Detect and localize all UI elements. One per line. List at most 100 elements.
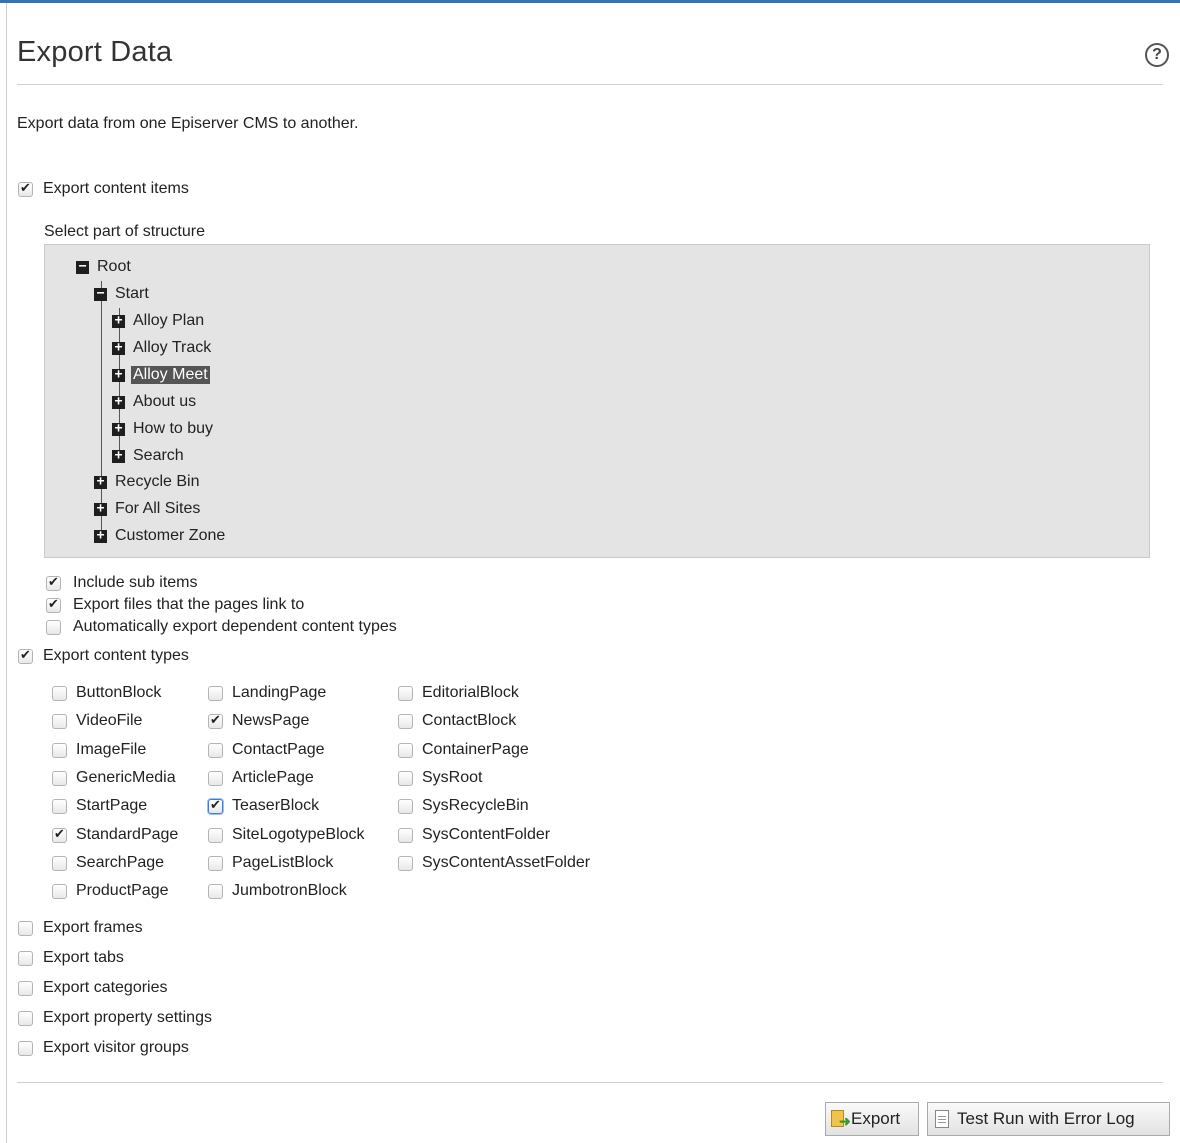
content-type-checkbox[interactable] — [398, 742, 413, 758]
tree-node[interactable]: + About us — [112, 392, 198, 412]
expand-icon[interactable]: + — [112, 449, 125, 463]
tree-node[interactable]: + Alloy Track — [112, 338, 213, 358]
content-type-checkbox[interactable] — [398, 713, 413, 729]
tree-node[interactable]: + Alloy Plan — [112, 311, 206, 331]
tree-node-label[interactable]: Alloy Meet — [131, 366, 210, 384]
tree-node-label[interactable]: Alloy Plan — [131, 312, 206, 330]
content-type-option[interactable]: ArticlePage — [208, 769, 314, 787]
content-type-option[interactable]: NewsPage — [208, 712, 309, 730]
content-type-option[interactable]: ProductPage — [52, 882, 169, 900]
content-type-option[interactable]: ButtonBlock — [52, 684, 161, 702]
tree-node-label[interactable]: Root — [95, 258, 133, 276]
include-sub-items-option[interactable]: Include sub items — [46, 574, 198, 592]
export-visitor-groups-checkbox[interactable] — [18, 1040, 33, 1056]
export-content-items-checkbox[interactable] — [18, 180, 33, 197]
tree-node[interactable]: + Recycle Bin — [94, 472, 201, 492]
content-type-option[interactable]: ContactPage — [208, 741, 325, 759]
content-type-checkbox[interactable] — [52, 770, 67, 786]
expand-icon[interactable]: + — [112, 341, 125, 355]
expand-icon[interactable]: + — [94, 502, 107, 516]
content-type-checkbox[interactable] — [208, 770, 223, 786]
content-type-option[interactable]: JumbotronBlock — [208, 882, 347, 900]
structure-tree[interactable]: − Root − Start + Alloy Plan + Alloy Trac… — [44, 244, 1150, 558]
content-type-option[interactable]: SiteLogotypeBlock — [208, 826, 365, 844]
tree-node-label[interactable]: For All Sites — [113, 500, 202, 518]
expand-icon[interactable]: + — [94, 475, 107, 489]
export-tabs-checkbox[interactable] — [18, 950, 33, 966]
include-sub-items-checkbox[interactable] — [46, 574, 61, 591]
content-type-checkbox[interactable] — [208, 712, 223, 729]
expand-icon[interactable]: + — [94, 529, 107, 543]
content-type-option[interactable]: SysRoot — [398, 769, 482, 787]
content-type-checkbox[interactable] — [208, 827, 223, 843]
export-linked-files-option[interactable]: Export files that the pages link to — [46, 596, 304, 614]
tree-node[interactable]: + Search — [112, 446, 186, 466]
content-type-checkbox[interactable] — [52, 685, 67, 701]
test-run-button[interactable]: Test Run with Error Log — [927, 1102, 1170, 1136]
tree-node[interactable]: + For All Sites — [94, 499, 202, 519]
content-type-checkbox[interactable] — [208, 855, 223, 871]
content-type-checkbox[interactable] — [398, 798, 413, 814]
content-type-option[interactable]: SearchPage — [52, 854, 164, 872]
expand-icon[interactable]: + — [112, 395, 125, 409]
tree-node-label[interactable]: Start — [113, 285, 151, 303]
content-type-checkbox[interactable] — [208, 797, 223, 814]
export-categories-option[interactable]: Export categories — [18, 979, 168, 997]
tree-node-label[interactable]: About us — [131, 393, 198, 411]
tree-node-label[interactable]: How to buy — [131, 420, 215, 438]
content-type-option[interactable]: LandingPage — [208, 684, 326, 702]
expand-icon[interactable]: + — [112, 314, 125, 328]
content-type-checkbox[interactable] — [52, 713, 67, 729]
export-visitor-groups-option[interactable]: Export visitor groups — [18, 1039, 189, 1057]
content-type-checkbox[interactable] — [398, 855, 413, 871]
tree-node[interactable]: + Customer Zone — [94, 526, 227, 546]
content-type-option[interactable]: ContainerPage — [398, 741, 529, 759]
content-type-option[interactable]: StartPage — [52, 797, 147, 815]
export-linked-files-checkbox[interactable] — [46, 596, 61, 613]
content-type-checkbox[interactable] — [52, 826, 67, 843]
export-button[interactable]: ➜ Export — [825, 1102, 919, 1136]
auto-export-dependent-types-option[interactable]: Automatically export dependent content t… — [46, 618, 397, 636]
collapse-icon[interactable]: − — [76, 260, 89, 274]
content-type-checkbox[interactable] — [52, 883, 67, 899]
tree-node-selected[interactable]: + Alloy Meet — [112, 365, 210, 385]
content-type-checkbox[interactable] — [398, 685, 413, 701]
expand-icon[interactable]: + — [112, 368, 125, 382]
expand-icon[interactable]: + — [112, 422, 125, 436]
export-content-types-checkbox[interactable] — [18, 647, 33, 664]
tree-node-root[interactable]: − Root — [76, 257, 133, 277]
content-type-option[interactable]: ContactBlock — [398, 712, 516, 730]
content-type-checkbox[interactable] — [398, 770, 413, 786]
content-type-option[interactable]: GenericMedia — [52, 769, 176, 787]
content-type-checkbox[interactable] — [208, 883, 223, 899]
content-type-checkbox[interactable] — [52, 742, 67, 758]
content-type-checkbox[interactable] — [208, 742, 223, 758]
tree-node-label[interactable]: Customer Zone — [113, 527, 227, 545]
tree-node-label[interactable]: Recycle Bin — [113, 473, 201, 491]
tree-node[interactable]: + How to buy — [112, 419, 215, 439]
content-type-checkbox[interactable] — [208, 685, 223, 701]
tree-node-label[interactable]: Search — [131, 447, 186, 465]
tree-node-start[interactable]: − Start — [94, 284, 151, 304]
content-type-checkbox[interactable] — [52, 855, 67, 871]
content-type-checkbox[interactable] — [52, 798, 67, 814]
content-type-option[interactable]: ImageFile — [52, 741, 146, 759]
content-type-option[interactable]: TeaserBlock — [208, 797, 319, 815]
export-categories-checkbox[interactable] — [18, 980, 33, 996]
export-frames-checkbox[interactable] — [18, 920, 33, 936]
export-frames-option[interactable]: Export frames — [18, 919, 143, 937]
collapse-icon[interactable]: − — [94, 287, 107, 301]
content-type-option[interactable]: StandardPage — [52, 826, 178, 844]
auto-export-dependent-types-checkbox[interactable] — [46, 619, 61, 635]
content-type-checkbox[interactable] — [398, 827, 413, 843]
question-circle-icon[interactable]: ? — [1145, 43, 1169, 67]
tree-node-label[interactable]: Alloy Track — [131, 339, 213, 357]
content-type-option[interactable]: PageListBlock — [208, 854, 333, 872]
export-property-settings-checkbox[interactable] — [18, 1010, 33, 1026]
export-property-settings-option[interactable]: Export property settings — [18, 1009, 212, 1027]
content-type-option[interactable]: VideoFile — [52, 712, 142, 730]
content-type-option[interactable]: SysContentAssetFolder — [398, 854, 590, 872]
content-type-option[interactable]: SysRecycleBin — [398, 797, 529, 815]
content-type-option[interactable]: SysContentFolder — [398, 826, 550, 844]
content-type-option[interactable]: EditorialBlock — [398, 684, 519, 702]
